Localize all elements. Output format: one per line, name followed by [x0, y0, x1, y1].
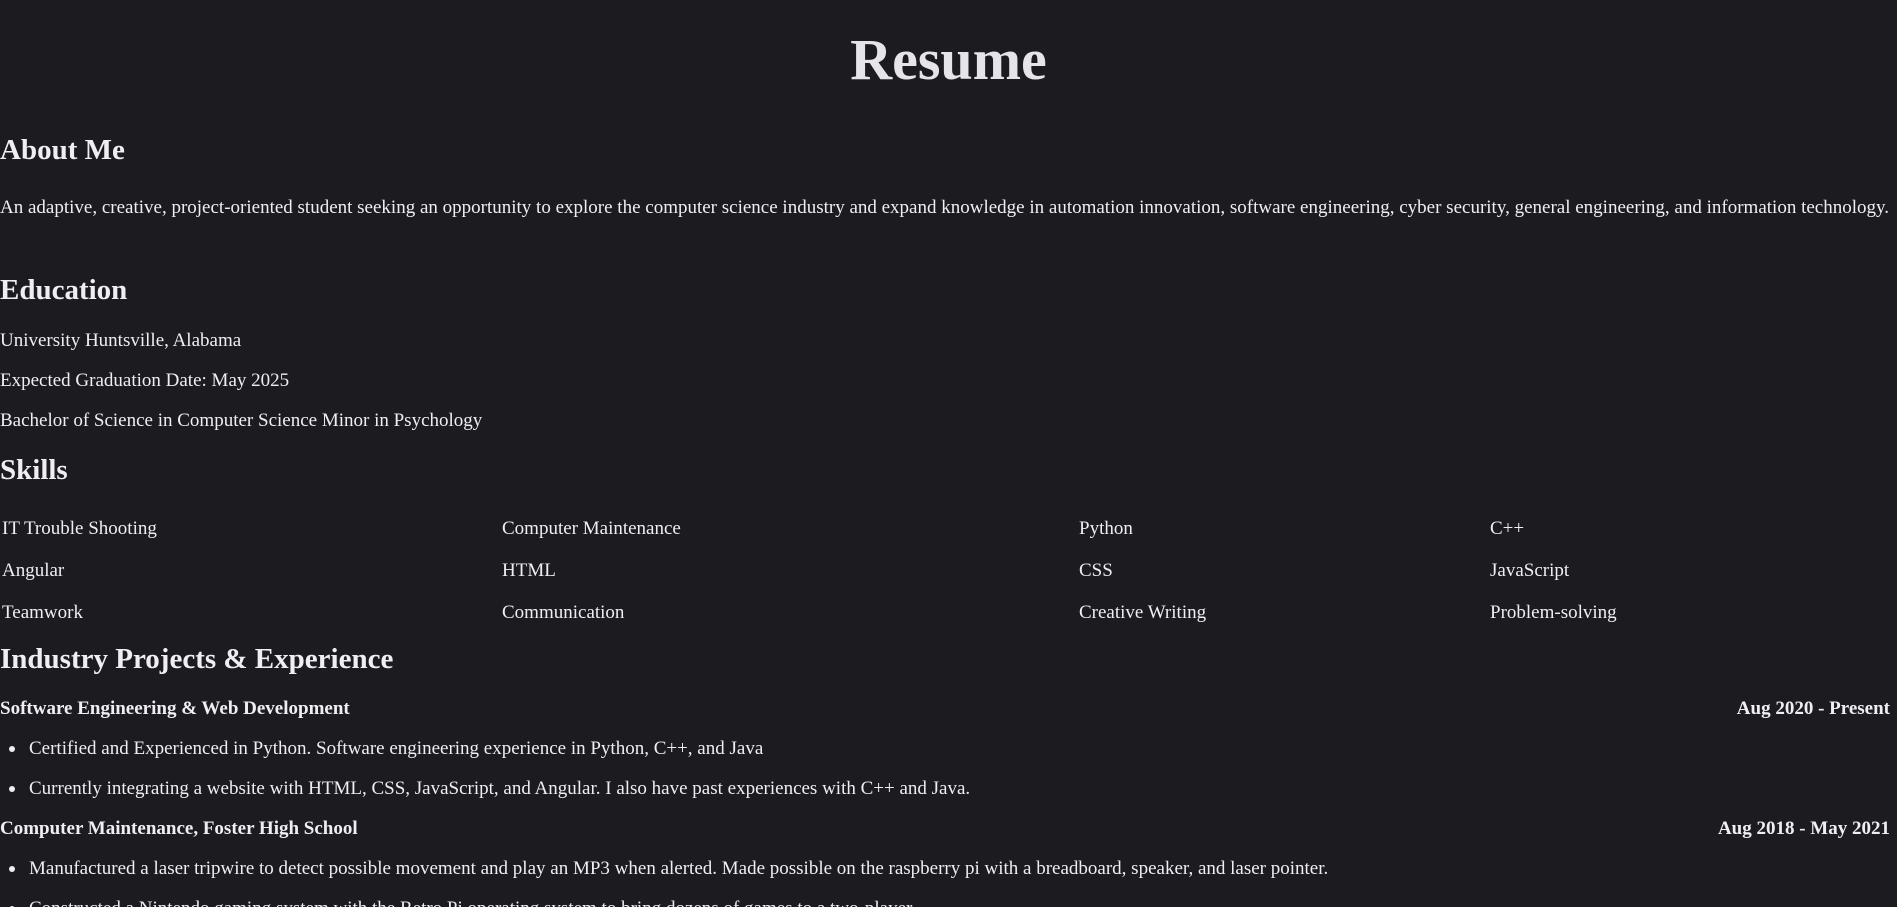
experience-bullets: Certified and Experienced in Python. Sof…	[0, 729, 1890, 809]
skill-item: Python	[1079, 518, 1133, 539]
skill-item: JavaScript	[1490, 560, 1570, 581]
resume-page: Resume About Me An adaptive, creative, p…	[0, 0, 1897, 907]
about-heading: About Me	[0, 134, 125, 166]
experience-bullets: Manufactured a laser tripwire to detect …	[0, 849, 1890, 907]
experience-item-header: Computer Maintenance, Foster High School…	[0, 818, 1890, 840]
skills-row: IT Trouble Shooting Computer Maintenance…	[2, 508, 1882, 550]
education-school: University Huntsville, Alabama	[0, 330, 242, 351]
experience-item-header: Software Engineering & Web Development A…	[0, 698, 1890, 720]
skill-item: HTML	[502, 560, 556, 581]
experience-dates: Aug 2020 - Present	[1736, 698, 1890, 719]
skill-item: Creative Writing	[1079, 602, 1207, 623]
skill-item: IT Trouble Shooting	[2, 518, 157, 539]
skills-table: IT Trouble Shooting Computer Maintenance…	[2, 508, 1882, 634]
skill-item: C++	[1490, 518, 1525, 539]
skill-item: Problem-solving	[1490, 602, 1617, 623]
list-item: Constructed a Nintendo gaming system wit…	[0, 889, 1890, 907]
skill-item: Angular	[2, 560, 65, 581]
skill-item: Communication	[502, 602, 625, 623]
list-item: Currently integrating a website with HTM…	[0, 769, 1890, 809]
education-graduation: Expected Graduation Date: May 2025	[0, 370, 290, 391]
skills-row: Angular HTML CSS JavaScript	[2, 550, 1882, 592]
skill-item: Teamwork	[2, 602, 83, 623]
experience-dates: Aug 2018 - May 2021	[1717, 818, 1890, 839]
experience-title: Software Engineering & Web Development	[0, 698, 350, 719]
education-heading: Education	[0, 274, 128, 306]
education-degree: Bachelor of Science in Computer Science …	[0, 410, 483, 431]
about-text: An adaptive, creative, project-oriented …	[0, 197, 1890, 218]
page-title: Resume	[850, 27, 1047, 92]
skills-row: Teamwork Communication Creative Writing …	[2, 592, 1882, 634]
list-item: Certified and Experienced in Python. Sof…	[0, 729, 1890, 769]
skill-item: Computer Maintenance	[502, 518, 681, 539]
list-item: Manufactured a laser tripwire to detect …	[0, 849, 1890, 889]
experience-title: Computer Maintenance, Foster High School	[0, 818, 358, 839]
skills-heading: Skills	[0, 454, 68, 486]
experience-heading: Industry Projects & Experience	[0, 643, 394, 675]
skill-item: CSS	[1079, 560, 1113, 581]
